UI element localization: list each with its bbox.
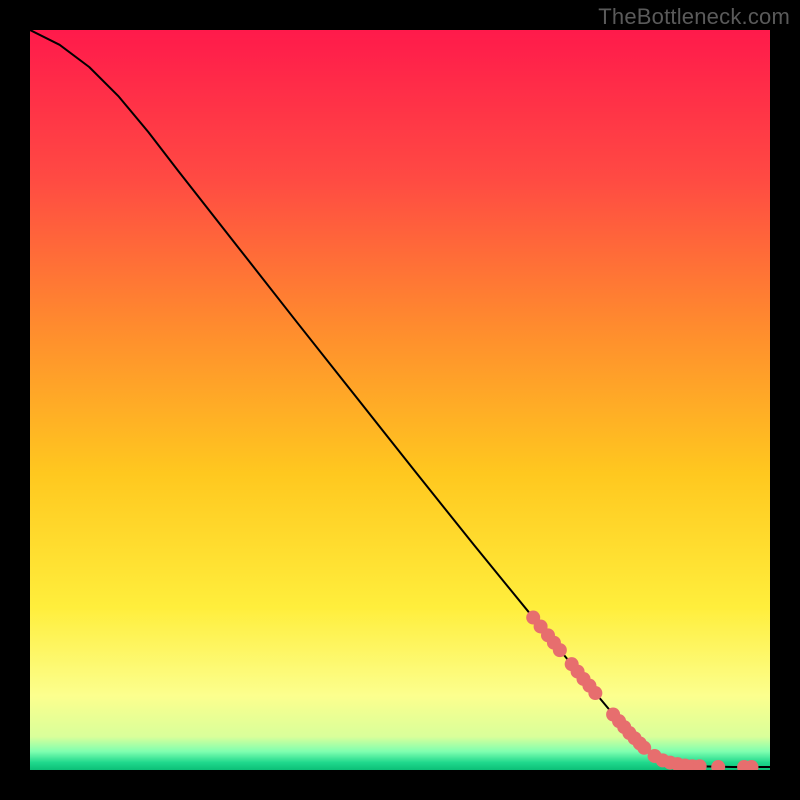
data-dot	[553, 643, 567, 657]
data-dot	[588, 686, 602, 700]
chart-background	[30, 30, 770, 770]
chart-svg	[30, 30, 770, 770]
watermark-text: TheBottleneck.com	[598, 4, 790, 30]
chart-area	[30, 30, 770, 770]
